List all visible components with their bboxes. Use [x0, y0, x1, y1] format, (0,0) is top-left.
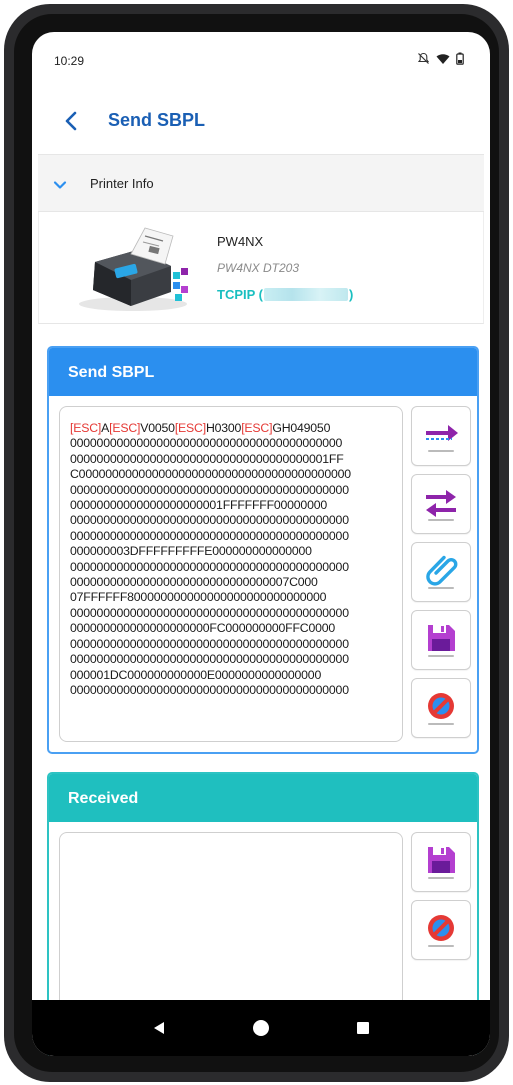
- clear-icon: [428, 915, 454, 947]
- send-sbpl-panel: Send SBPL [ESC]A[ESC]V0050[ESC]H0300[ESC…: [47, 346, 479, 754]
- chevron-left-icon: [65, 111, 77, 131]
- printer-model-detail: PW4NX DT203: [217, 261, 300, 275]
- sbpl-command-input[interactable]: [ESC]A[ESC]V0050[ESC]H0300[ESC]GH049050 …: [59, 406, 403, 742]
- esc-token: [ESC]: [109, 421, 141, 435]
- received-panel-title: Received: [49, 774, 477, 822]
- redacted-ip-address: [264, 288, 348, 301]
- code-line: 0000000000000000000000000000000000000000…: [70, 482, 349, 497]
- save-icon: [428, 847, 455, 879]
- back-button[interactable]: [56, 106, 86, 136]
- code-token: A: [101, 421, 110, 435]
- send-receive-icon: [426, 490, 456, 521]
- code-line: 0000000000000000000000000000000000000000…: [70, 605, 349, 620]
- clear-button[interactable]: [411, 678, 471, 738]
- code-line: C000000000000000000000000000000000000000…: [70, 467, 351, 482]
- esc-token: [ESC]: [70, 421, 102, 435]
- clear-icon: [428, 693, 454, 725]
- save-received-button[interactable]: [411, 832, 471, 892]
- code-token: H0300: [205, 421, 242, 435]
- status-icons: [417, 52, 464, 70]
- navigation-bar: [32, 1000, 490, 1056]
- notifications-off-icon: [417, 52, 430, 70]
- code-line: 0000000000000000000000000000000000000000…: [70, 636, 349, 651]
- clear-received-button[interactable]: [411, 900, 471, 960]
- send-actions: [411, 406, 471, 738]
- code-line: 0000000000000000000000000000000000000000…: [70, 436, 343, 451]
- battery-icon: [456, 52, 464, 70]
- send-arrow-icon: [426, 425, 458, 452]
- code-line: [ESC]A[ESC]V0050[ESC]H0300[ESC]GH049050: [70, 421, 402, 436]
- nav-home-button[interactable]: [241, 1008, 281, 1048]
- code-line: 000000000000000000000FC000000000FFC0000: [70, 621, 336, 636]
- printer-connection: TCPIP ( ): [217, 287, 353, 302]
- printer-image: [79, 227, 188, 311]
- status-time: 10:29: [54, 54, 85, 68]
- code-line: 07FFFFFF800000000000000000000000000000: [70, 590, 327, 605]
- chevron-down-icon: [52, 177, 68, 195]
- code-line: 0000000000000000000000000000000000000000…: [70, 528, 349, 543]
- triangle-back-icon: [154, 1022, 164, 1034]
- circle-home-icon: [253, 1020, 269, 1036]
- send-panel-title: Send SBPL: [49, 348, 477, 396]
- attach-file-button[interactable]: [411, 542, 471, 602]
- received-actions: [411, 832, 471, 960]
- save-button[interactable]: [411, 610, 471, 670]
- app-screen: 10:29 Send SBPL Printer Info PW4NX PW4NX…: [32, 32, 490, 1056]
- printer-model: PW4NX: [217, 234, 264, 249]
- send-receive-button[interactable]: [411, 474, 471, 534]
- esc-token: [ESC]: [241, 421, 273, 435]
- square-recents-icon: [357, 1022, 369, 1034]
- connection-prefix: TCPIP (: [217, 287, 263, 302]
- printer-info-toggle[interactable]: Printer Info: [38, 154, 484, 212]
- printer-info-card: PW4NX PW4NX DT203 TCPIP ( ): [38, 212, 484, 324]
- code-line: 0000000000000000000000000000000000000000…: [70, 559, 349, 574]
- code-line: 000001DC000000000000E0000000000000000: [70, 667, 322, 682]
- wifi-icon: [436, 52, 450, 70]
- code-line: 0000000000000000000000000000000000000000…: [70, 513, 349, 528]
- code-token: GH049050: [272, 421, 331, 435]
- page-title: Send SBPL: [108, 110, 206, 130]
- code-token: V0050: [140, 421, 175, 435]
- nav-recents-button[interactable]: [343, 1008, 383, 1048]
- nav-back-button[interactable]: [139, 1008, 179, 1048]
- send-button[interactable]: [411, 406, 471, 466]
- attach-icon: [426, 555, 458, 589]
- code-line: 000000000000000000000000000000007C000: [70, 575, 318, 590]
- code-line: 0000000000000000000000000000000000000000…: [70, 682, 349, 697]
- connection-suffix: ): [349, 287, 354, 302]
- esc-token: [ESC]: [174, 421, 206, 435]
- code-line: 00000000000000000000001FFFFFFF00000000: [70, 498, 327, 513]
- printer-info-label: Printer Info: [90, 176, 154, 191]
- save-icon: [428, 625, 455, 657]
- app-header: Send SBPL: [32, 90, 490, 152]
- status-bar: 10:29: [32, 32, 490, 90]
- code-line: 0000000000000000000000000000000000000000…: [70, 652, 349, 667]
- code-line: 000000003DFFFFFFFFFE000000000000000: [70, 544, 312, 559]
- code-line: 000000000000000000000000000000000000001F…: [70, 451, 344, 466]
